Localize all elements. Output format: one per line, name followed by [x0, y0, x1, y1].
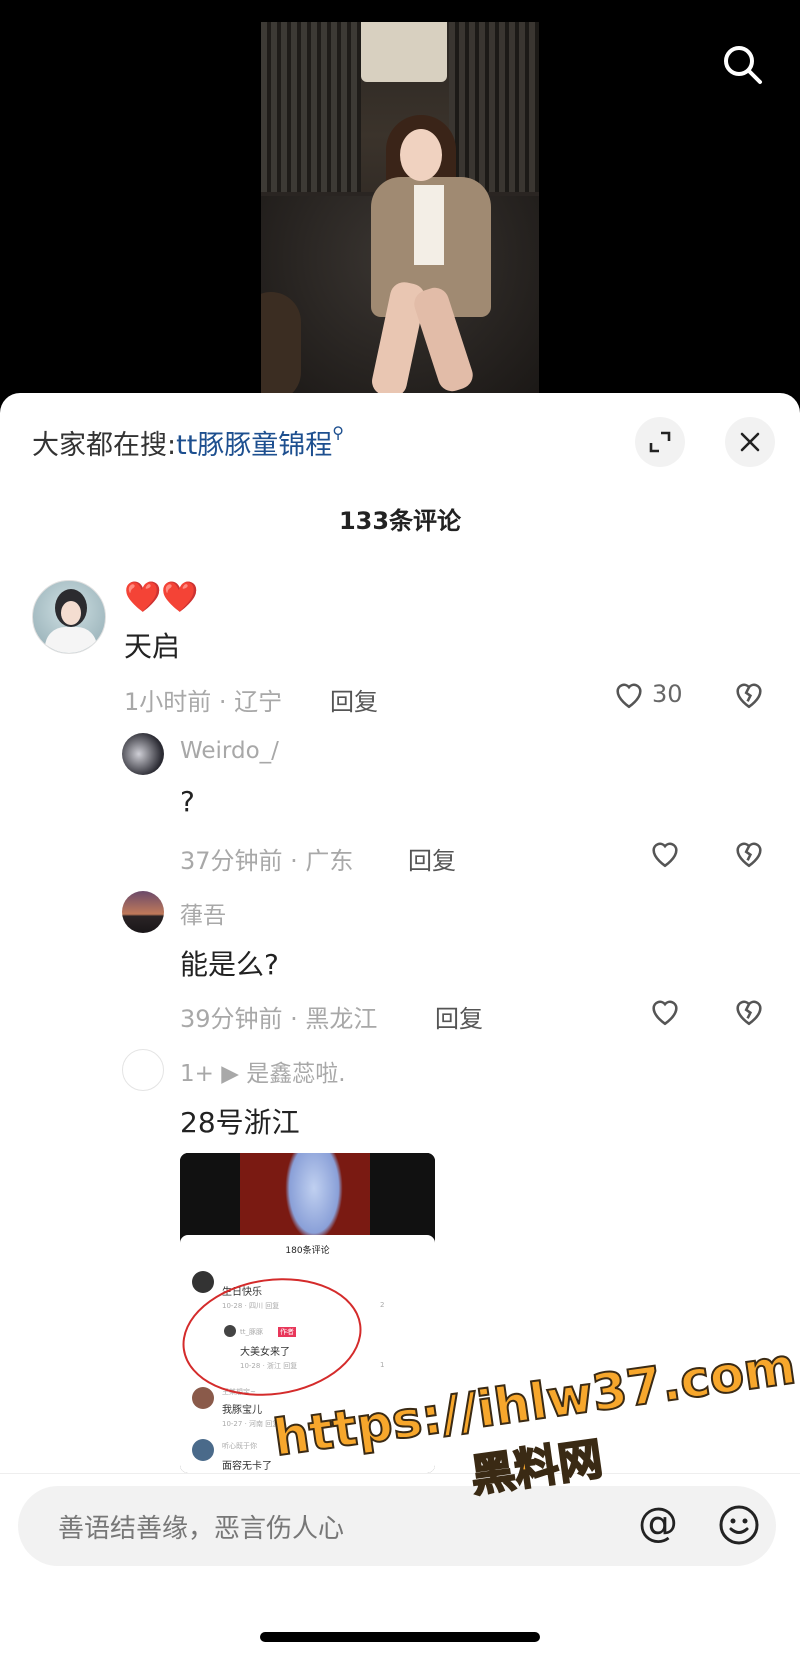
- reply-text: 能是么?: [180, 948, 279, 981]
- image-comment-count: 180条评论: [285, 1246, 330, 1256]
- video-frame: [261, 22, 539, 400]
- avatar[interactable]: [122, 733, 164, 775]
- reply-username[interactable]: 葎吾: [180, 896, 226, 930]
- image-line4: 面容无卡了: [222, 1461, 272, 1472]
- close-button[interactable]: [725, 417, 775, 467]
- reply-button[interactable]: 回复: [408, 841, 456, 876]
- like-button[interactable]: [648, 837, 682, 869]
- reply-username[interactable]: 1+ ▶ 是鑫蕊啦.: [180, 1054, 346, 1088]
- dislike-button[interactable]: [732, 678, 766, 714]
- broken-heart-icon: [736, 1000, 762, 1026]
- comment-emoji: ❤️❤️: [124, 580, 199, 615]
- heart-icon: [652, 1000, 678, 1026]
- like-button[interactable]: 30: [612, 678, 683, 710]
- expand-icon: [649, 431, 671, 453]
- dislike-button[interactable]: [732, 995, 766, 1031]
- search-icon[interactable]: [720, 42, 764, 86]
- reply-meta: 39分钟前 · 黑龙江: [180, 1005, 378, 1033]
- broken-heart-icon: [736, 842, 762, 868]
- like-count: 30: [652, 680, 683, 708]
- at-icon[interactable]: @: [638, 1500, 678, 1546]
- reply-text: 28号浙江: [180, 1106, 300, 1139]
- search-small-icon: ⚲: [332, 423, 345, 442]
- reply-item: Weirdo_/ ? 37分钟前 · 广东 回复: [0, 733, 800, 883]
- expand-button[interactable]: [635, 417, 685, 467]
- reply-button[interactable]: 回复: [435, 999, 483, 1034]
- hot-search-keyword[interactable]: tt豚豚童锦程: [176, 430, 332, 461]
- image-likes1: 2: [380, 1301, 385, 1309]
- reply-text: ?: [180, 785, 195, 818]
- hot-search-label: 大家都在搜:: [32, 430, 177, 461]
- reply-item: 1+ ▶ 是鑫蕊啦. 28号浙江: [0, 1049, 800, 1149]
- comment-item: ❤️❤️ 天启 1小时前 · 辽宁 回复 30: [0, 580, 800, 720]
- comment-text: 天启: [124, 630, 181, 663]
- image-line3: 我豚宝儿: [222, 1405, 262, 1416]
- reply-username[interactable]: Weirdo_/: [180, 738, 279, 764]
- home-indicator: [260, 1632, 540, 1642]
- comment-count: 133条评论: [338, 507, 462, 535]
- close-icon: [740, 432, 760, 452]
- avatar[interactable]: [32, 580, 106, 654]
- video-player[interactable]: [0, 0, 800, 400]
- avatar[interactable]: [122, 1049, 164, 1091]
- heart-icon: [652, 842, 678, 868]
- reply-meta: 37分钟前 · 广东: [180, 847, 354, 875]
- like-button[interactable]: [648, 995, 682, 1027]
- broken-heart-icon: [736, 683, 762, 709]
- reply-button[interactable]: 回复: [330, 682, 378, 717]
- heart-icon: [616, 683, 642, 709]
- image-user4: 听心既于你: [222, 1442, 257, 1450]
- reply-item: 葎吾 能是么? 39分钟前 · 黑龙江 回复: [0, 891, 800, 1041]
- hot-search-bar[interactable]: 大家都在搜:tt豚豚童锦程⚲: [32, 423, 344, 462]
- emoji-icon[interactable]: [718, 1504, 760, 1546]
- image-likes2: 1: [380, 1361, 385, 1369]
- comment-meta: 1小时前 · 辽宁: [124, 688, 283, 716]
- dislike-button[interactable]: [732, 837, 766, 873]
- avatar[interactable]: [122, 891, 164, 933]
